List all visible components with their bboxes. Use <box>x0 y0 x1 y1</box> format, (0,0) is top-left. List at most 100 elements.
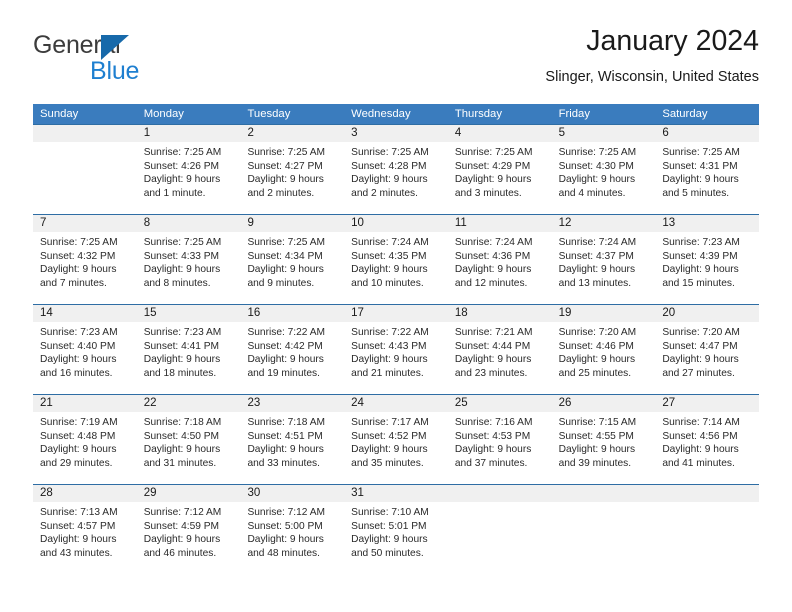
sunset-text: Sunset: 4:44 PM <box>454 340 531 352</box>
day-number[interactable]: 13 <box>655 215 759 232</box>
daylight-text: Daylight: 9 hours and 13 minutes. <box>558 264 636 289</box>
day-number[interactable]: 25 <box>448 395 552 412</box>
day-number[interactable]: 12 <box>552 215 656 232</box>
day-number-band: 7 8 9 10 11 12 13 <box>33 215 759 232</box>
calendar-week-row: 1 2 3 4 5 6 Sunrise: 7:25 AM Sunset: 4:2… <box>33 124 759 214</box>
day-cell[interactable] <box>448 502 552 574</box>
day-cell[interactable]: Sunrise: 7:20 AM Sunset: 4:46 PM Dayligh… <box>552 322 656 394</box>
day-cell[interactable]: Sunrise: 7:24 AM Sunset: 4:36 PM Dayligh… <box>448 232 552 304</box>
day-number[interactable]: 30 <box>240 485 344 502</box>
day-cell[interactable]: Sunrise: 7:25 AM Sunset: 4:27 PM Dayligh… <box>240 142 344 214</box>
day-number[interactable]: 27 <box>655 395 759 412</box>
daylight-text: Daylight: 9 hours and 1 minute. <box>143 174 221 199</box>
sunset-text: Sunset: 4:47 PM <box>662 340 738 352</box>
day-cell[interactable]: Sunrise: 7:25 AM Sunset: 4:34 PM Dayligh… <box>240 232 344 304</box>
day-number[interactable]: 23 <box>240 395 344 412</box>
day-number[interactable]: 3 <box>344 125 448 142</box>
day-number[interactable]: 26 <box>552 395 656 412</box>
day-number[interactable]: 18 <box>448 305 552 322</box>
sunrise-text: Sunrise: 7:23 AM <box>40 327 118 338</box>
day-number[interactable]: 16 <box>240 305 344 322</box>
day-cell[interactable]: Sunrise: 7:23 AM Sunset: 4:41 PM Dayligh… <box>137 322 241 394</box>
day-cell[interactable]: Sunrise: 7:25 AM Sunset: 4:31 PM Dayligh… <box>655 142 759 214</box>
day-cell[interactable]: Sunrise: 7:12 AM Sunset: 4:59 PM Dayligh… <box>137 502 241 574</box>
sunrise-text: Sunrise: 7:25 AM <box>558 147 637 158</box>
day-number[interactable]: 15 <box>137 305 241 322</box>
day-cell[interactable]: Sunrise: 7:18 AM Sunset: 4:50 PM Dayligh… <box>137 412 241 484</box>
sunrise-text: Sunrise: 7:25 AM <box>247 237 326 248</box>
day-number[interactable] <box>655 485 759 502</box>
weekday-header-thursday: Thursday <box>454 108 502 120</box>
page-title: January 2024 <box>586 25 759 57</box>
day-number-band: 21 22 23 24 25 26 27 <box>33 395 759 412</box>
sunset-text: Sunset: 4:51 PM <box>247 430 323 442</box>
day-cell[interactable]: Sunrise: 7:21 AM Sunset: 4:44 PM Dayligh… <box>448 322 552 394</box>
day-cell[interactable]: Sunrise: 7:25 AM Sunset: 4:29 PM Dayligh… <box>448 142 552 214</box>
day-cell[interactable]: Sunrise: 7:12 AM Sunset: 5:00 PM Dayligh… <box>240 502 344 574</box>
day-cell[interactable]: Sunrise: 7:14 AM Sunset: 4:56 PM Dayligh… <box>655 412 759 484</box>
day-number[interactable]: 24 <box>344 395 448 412</box>
sunset-text: Sunset: 4:50 PM <box>143 430 220 442</box>
day-cell[interactable] <box>655 502 759 574</box>
day-number[interactable]: 21 <box>33 395 137 412</box>
day-cell[interactable]: Sunrise: 7:23 AM Sunset: 4:40 PM Dayligh… <box>33 322 137 394</box>
day-cell[interactable]: Sunrise: 7:15 AM Sunset: 4:55 PM Dayligh… <box>552 412 656 484</box>
day-details-band: Sunrise: 7:25 AM Sunset: 4:32 PM Dayligh… <box>33 232 759 304</box>
day-cell[interactable]: Sunrise: 7:24 AM Sunset: 4:35 PM Dayligh… <box>344 232 448 304</box>
weekday-header-friday: Friday <box>558 108 590 120</box>
sunrise-text: Sunrise: 7:20 AM <box>558 327 637 338</box>
day-cell[interactable]: Sunrise: 7:25 AM Sunset: 4:28 PM Dayligh… <box>344 142 448 214</box>
day-cell[interactable]: Sunrise: 7:25 AM Sunset: 4:32 PM Dayligh… <box>33 232 137 304</box>
day-number[interactable] <box>448 485 552 502</box>
day-number[interactable]: 29 <box>137 485 241 502</box>
sunset-text: Sunset: 4:31 PM <box>662 160 738 172</box>
daylight-text: Daylight: 9 hours and 5 minutes. <box>662 174 739 199</box>
day-number[interactable]: 7 <box>33 215 137 232</box>
sunset-text: Sunset: 4:48 PM <box>40 430 116 442</box>
calendar-week-row: 14 15 16 17 18 19 20 Sunrise: 7:23 AM Su… <box>33 304 759 394</box>
day-cell[interactable]: Sunrise: 7:20 AM Sunset: 4:47 PM Dayligh… <box>655 322 759 394</box>
day-number[interactable]: 4 <box>448 125 552 142</box>
day-cell[interactable]: Sunrise: 7:25 AM Sunset: 4:33 PM Dayligh… <box>137 232 241 304</box>
sunrise-text: Sunrise: 7:14 AM <box>662 417 740 428</box>
day-number[interactable]: 11 <box>448 215 552 232</box>
day-number[interactable]: 8 <box>137 215 241 232</box>
day-cell[interactable]: Sunrise: 7:10 AM Sunset: 5:01 PM Dayligh… <box>344 502 448 574</box>
day-cell[interactable]: Sunrise: 7:18 AM Sunset: 4:51 PM Dayligh… <box>240 412 344 484</box>
day-cell[interactable]: Sunrise: 7:23 AM Sunset: 4:39 PM Dayligh… <box>655 232 759 304</box>
day-number-band: 28 29 30 31 <box>33 485 759 502</box>
sunset-text: Sunset: 4:59 PM <box>143 520 220 532</box>
day-cell[interactable] <box>552 502 656 574</box>
daylight-text: Daylight: 9 hours and 33 minutes. <box>247 444 324 469</box>
day-number[interactable]: 20 <box>655 305 759 322</box>
day-cell[interactable]: Sunrise: 7:24 AM Sunset: 4:37 PM Dayligh… <box>552 232 656 304</box>
day-cell[interactable]: Sunrise: 7:25 AM Sunset: 4:30 PM Dayligh… <box>552 142 656 214</box>
day-number[interactable]: 1 <box>137 125 241 142</box>
day-number[interactable]: 9 <box>240 215 344 232</box>
day-cell[interactable]: Sunrise: 7:16 AM Sunset: 4:53 PM Dayligh… <box>448 412 552 484</box>
day-number[interactable]: 6 <box>655 125 759 142</box>
day-number[interactable]: 14 <box>33 305 137 322</box>
sunset-text: Sunset: 4:36 PM <box>454 250 531 262</box>
day-cell[interactable]: Sunrise: 7:19 AM Sunset: 4:48 PM Dayligh… <box>33 412 137 484</box>
day-number[interactable]: 5 <box>552 125 656 142</box>
day-number[interactable]: 17 <box>344 305 448 322</box>
sunset-text: Sunset: 5:00 PM <box>247 520 323 532</box>
day-number[interactable] <box>33 125 137 142</box>
day-number[interactable] <box>552 485 656 502</box>
day-cell[interactable]: Sunrise: 7:25 AM Sunset: 4:26 PM Dayligh… <box>137 142 241 214</box>
daylight-text: Daylight: 9 hours and 43 minutes. <box>40 534 117 559</box>
day-number[interactable]: 19 <box>552 305 656 322</box>
day-number[interactable]: 2 <box>240 125 344 142</box>
day-cell[interactable] <box>33 142 137 214</box>
day-cell[interactable]: Sunrise: 7:17 AM Sunset: 4:52 PM Dayligh… <box>344 412 448 484</box>
day-number[interactable]: 22 <box>137 395 241 412</box>
daylight-text: Daylight: 9 hours and 8 minutes. <box>143 264 221 289</box>
day-cell[interactable]: Sunrise: 7:22 AM Sunset: 4:42 PM Dayligh… <box>240 322 344 394</box>
day-number[interactable]: 28 <box>33 485 137 502</box>
daylight-text: Daylight: 9 hours and 46 minutes. <box>143 534 221 559</box>
day-cell[interactable]: Sunrise: 7:13 AM Sunset: 4:57 PM Dayligh… <box>33 502 137 574</box>
day-cell[interactable]: Sunrise: 7:22 AM Sunset: 4:43 PM Dayligh… <box>344 322 448 394</box>
day-number[interactable]: 31 <box>344 485 448 502</box>
day-number[interactable]: 10 <box>344 215 448 232</box>
